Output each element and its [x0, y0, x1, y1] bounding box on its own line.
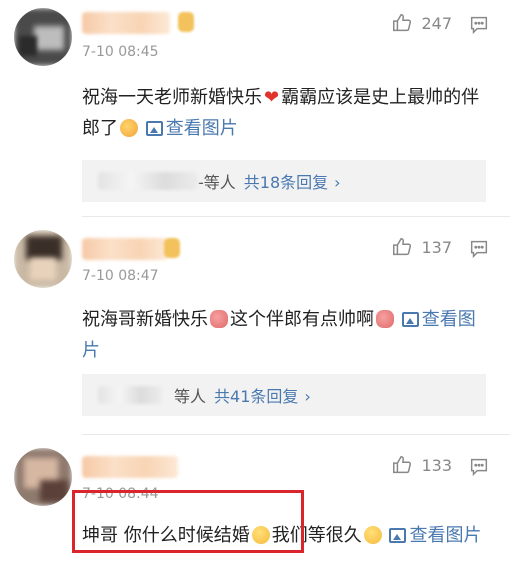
pig-emoji-icon — [376, 310, 394, 328]
more-options-icon[interactable] — [468, 14, 490, 36]
reply-count-link[interactable]: 共41条回复 › — [214, 383, 311, 407]
comment-text-part: 这个伴郎有点帅啊 — [230, 309, 374, 330]
like-count: 137 — [421, 237, 452, 257]
reply-summary[interactable]: 等人 共41条回复 › — [82, 374, 486, 416]
laugh-emoji-icon — [120, 119, 138, 137]
username[interactable] — [82, 238, 168, 260]
image-icon — [389, 528, 407, 543]
pig-emoji-icon — [210, 310, 228, 328]
divider — [82, 216, 510, 217]
comment-text: 祝海哥新婚快乐 这个伴郎有点帅啊 查看图片 — [82, 304, 492, 366]
like-button[interactable]: 137 — [391, 236, 452, 258]
like-count: 247 — [421, 13, 452, 33]
comment-item: 7-10 08:45 247 祝海一天老师新婚快乐 ❤ 霸霸应该是史上最帅的伴郎了 … — [0, 0, 510, 217]
chevron-right-icon: › — [304, 387, 311, 406]
user-badge — [164, 238, 180, 258]
avatar[interactable] — [14, 230, 72, 288]
reply-suffix: 等人 — [174, 387, 207, 406]
view-image-link[interactable]: 查看图片 — [145, 118, 238, 139]
reply-suffix: -等人 — [198, 173, 236, 192]
username[interactable] — [82, 456, 178, 478]
sweat-emoji-icon — [363, 526, 382, 544]
comment-text-part: 祝海哥新婚快乐 — [82, 309, 208, 330]
reply-users — [98, 386, 162, 404]
reply-summary[interactable]: -等人 共18条回复 › — [82, 160, 486, 202]
like-button[interactable]: 133 — [391, 454, 452, 476]
like-count: 133 — [421, 455, 452, 475]
reply-users — [98, 172, 198, 190]
comment-time: 7-10 08:45 — [82, 44, 159, 60]
comment-item: 7-10 08:47 137 祝海哥新婚快乐 这个伴郎有点帅啊 查看图片 等人 共… — [0, 228, 510, 435]
more-options-icon[interactable] — [468, 238, 490, 260]
comment-text-part: 祝海一天老师新婚快乐 — [82, 87, 262, 108]
divider — [82, 434, 510, 435]
avatar[interactable] — [14, 448, 72, 506]
chevron-right-icon: › — [334, 173, 341, 192]
thumb-up-icon — [393, 456, 412, 474]
more-options-icon[interactable] — [468, 456, 490, 478]
comment-text: 祝海一天老师新婚快乐 ❤ 霸霸应该是史上最帅的伴郎了 查看图片 — [82, 82, 492, 144]
view-image-link[interactable]: 查看图片 — [389, 525, 481, 546]
thumb-up-icon — [393, 238, 412, 256]
image-icon — [145, 121, 163, 136]
image-icon — [401, 312, 419, 327]
avatar[interactable] — [14, 8, 72, 66]
heart-emoji-icon: ❤ — [264, 87, 280, 108]
reply-count-link[interactable]: 共18条回复 › — [244, 169, 341, 193]
highlight-box — [72, 490, 304, 553]
user-badge — [178, 12, 194, 32]
thumb-up-icon — [393, 14, 412, 32]
comment-time: 7-10 08:47 — [82, 268, 159, 284]
like-button[interactable]: 247 — [391, 12, 452, 34]
username[interactable] — [82, 12, 170, 34]
